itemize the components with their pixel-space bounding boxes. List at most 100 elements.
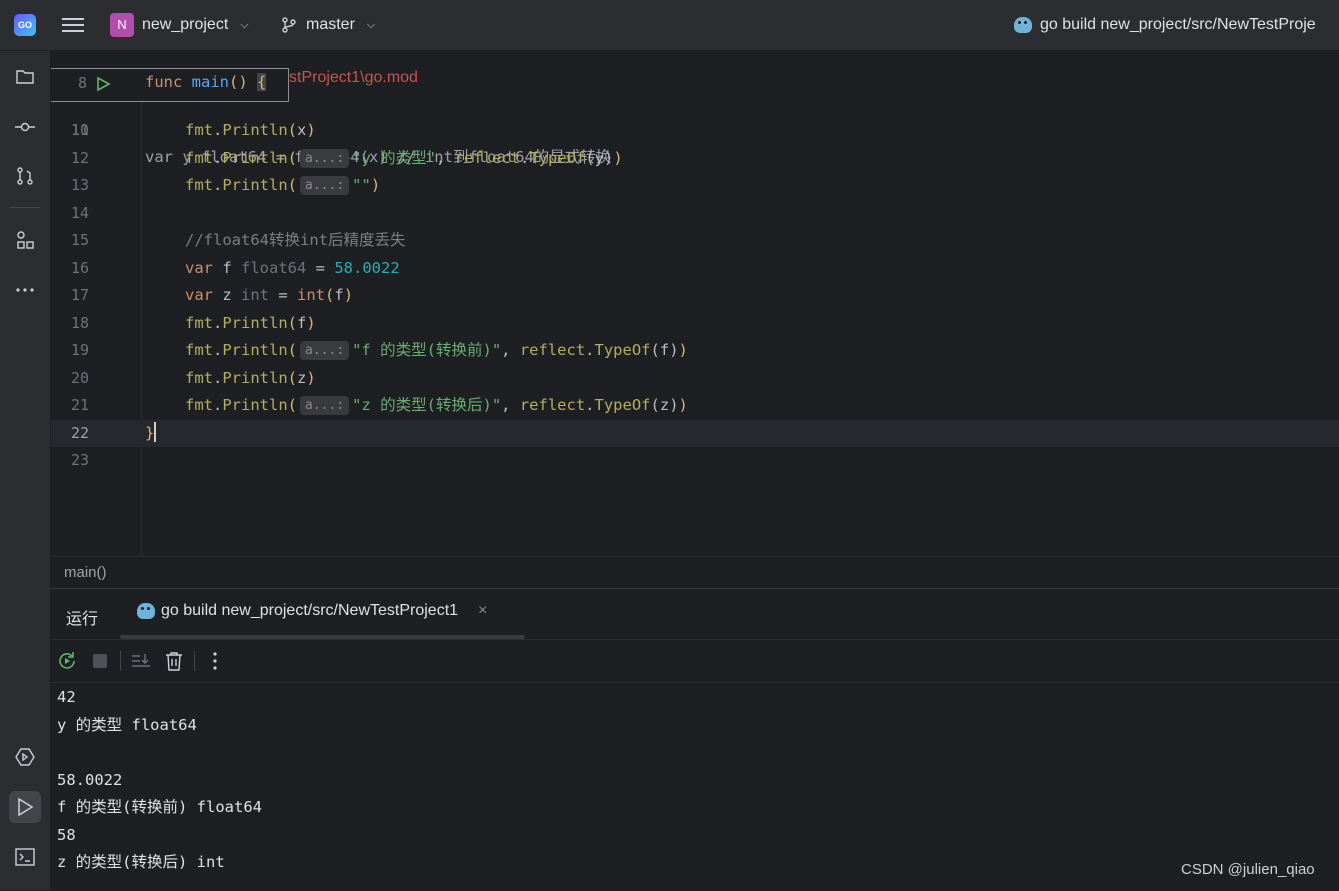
code-token: ( [287,148,298,167]
more-tools-button[interactable] [9,274,41,306]
code-token: . [213,176,223,194]
line-number: 8 [77,74,87,92]
code-token: reflect [454,148,520,167]
pull-requests-tool-button[interactable] [9,160,41,192]
console-line: y 的类型 float64 [57,715,197,734]
code-token: TypeOf [529,148,586,167]
code-line[interactable]: 17 var z int = int(f) [51,282,1339,309]
line-number: 23 [70,451,89,469]
code-token: Println [222,396,288,414]
project-badge: N [110,13,134,37]
sticky-line-box[interactable]: 8 func main() { [51,68,289,102]
run-gutter-icon[interactable] [95,76,111,92]
more-icon [16,288,34,292]
code-token: ( [325,286,335,304]
code-token: , [501,341,520,359]
code-token: y [594,148,605,167]
code-line[interactable]: 13 fmt.Println(a...: "") [51,172,1339,199]
branch-icon [282,17,296,33]
code-token: ) [306,121,316,139]
stop-icon[interactable] [89,650,111,672]
code-token: TypeOf [594,341,651,359]
close-icon[interactable]: × [478,602,487,620]
code-line[interactable]: 21 fmt.Println(a...: "z 的类型(转换后)", reflect… [51,392,1339,419]
tool-window-strip [0,51,51,890]
tab-scrollbar[interactable] [120,635,525,639]
line-number: 18 [70,313,89,332]
goland-logo[interactable]: GO [14,14,36,36]
text-caret [154,421,157,442]
terminal-tool-button[interactable] [9,841,41,873]
project-selector[interactable]: N new_project ⌵ [110,12,249,38]
code-token: var [185,258,223,277]
main-menu-icon[interactable] [62,14,84,36]
code-token: ) [604,148,614,167]
code-token: . [213,396,223,414]
more-icon[interactable] [204,650,226,672]
run-tool-button[interactable] [9,791,41,823]
code-token: ( [287,368,298,387]
gopher-icon [137,603,155,619]
code-token: . [213,368,223,387]
line-number: 22 [70,423,89,442]
project-tool-button[interactable] [9,61,41,93]
services-tool-button[interactable] [9,741,41,773]
breadcrumb-item[interactable]: main() [64,564,107,581]
code-line[interactable]: 12 fmt.Println(a...: "y 的类型", reflect.Type… [51,145,1339,172]
code-token: f [297,313,307,332]
code-token: = [269,286,297,304]
parameter-hint: a...: [300,148,350,168]
code-token: , [501,396,520,414]
code-token: fmt [185,368,213,387]
code-token: "" [352,176,371,194]
code-line[interactable]: 16 var f float64 = 58.0022 [51,255,1339,282]
code-text: fmt.Println(a...: "z 的类型(转换后)", reflect.T… [185,392,688,419]
vcs-branch-selector[interactable]: master ⌵ [280,12,375,38]
gopher-icon [1014,17,1032,33]
code-token: //float64转换int后精度丢失 [185,231,406,249]
rerun-icon[interactable] [56,650,78,672]
commit-icon [15,122,35,132]
code-token: z [297,368,307,387]
run-configuration-selector[interactable]: go build new_project/src/NewTestProje [1014,12,1316,38]
run-tab[interactable]: go build new_project/src/NewTestProject1… [137,602,487,620]
line-number: 15 [70,231,89,249]
code-line[interactable]: 19 fmt.Println(a...: "f 的类型(转换前)", reflect… [51,337,1339,364]
run-configuration-name: go build new_project/src/NewTestProje [1040,16,1316,33]
current-code-line[interactable]: 22} [51,419,1339,447]
commit-tool-button[interactable] [9,111,41,143]
console-line: 58 [57,825,76,844]
console-output[interactable]: 42 y 的类型 float64 58.0022 f 的类型(转换前) float64… [57,684,1327,877]
code-text: fmt.Println(a...: "y 的类型", reflect.TypeOf… [185,145,623,172]
folder-icon [16,70,34,84]
line-number: 16 [70,258,89,277]
code-token: . [213,121,223,139]
chevron-down-icon: ⌵ [240,18,249,31]
code-line[interactable]: 14 [51,200,1339,227]
code-line[interactable]: 11 fmt.Println(x) [51,117,1339,144]
code-token: Println [222,368,288,387]
code-editor[interactable]: 10 var y float64 = float64(x) // int到flo… [51,51,1339,556]
code-line[interactable]: 18 fmt.Println(f) [51,310,1339,337]
code-token: Println [222,176,288,194]
code-token: ) [669,396,679,414]
code-line[interactable]: 15 //float64转换int后精度丢失 [51,227,1339,254]
structure-tool-button[interactable] [9,224,41,256]
code-token: fmt [185,396,213,414]
code-token: . [213,341,223,359]
code-token: fmt [185,148,213,167]
code-line[interactable]: 20 fmt.Println(z) [51,365,1339,392]
code-token: ( [287,341,298,359]
clear-icon[interactable] [163,650,185,672]
scroll-to-end-icon[interactable] [130,650,152,672]
code-line[interactable]: 23 [51,447,1339,474]
code-text: var z int = int(f) [185,282,353,309]
console-line: z 的类型(转换后) int [57,853,225,871]
code-text: fmt.Println(x) [185,117,316,144]
code-token: Println [222,341,288,359]
code-token: ) [678,396,688,414]
code-token: "f 的类型(转换前)" [352,341,502,359]
code-token: ( [650,341,660,359]
code-token: Println [222,313,288,332]
